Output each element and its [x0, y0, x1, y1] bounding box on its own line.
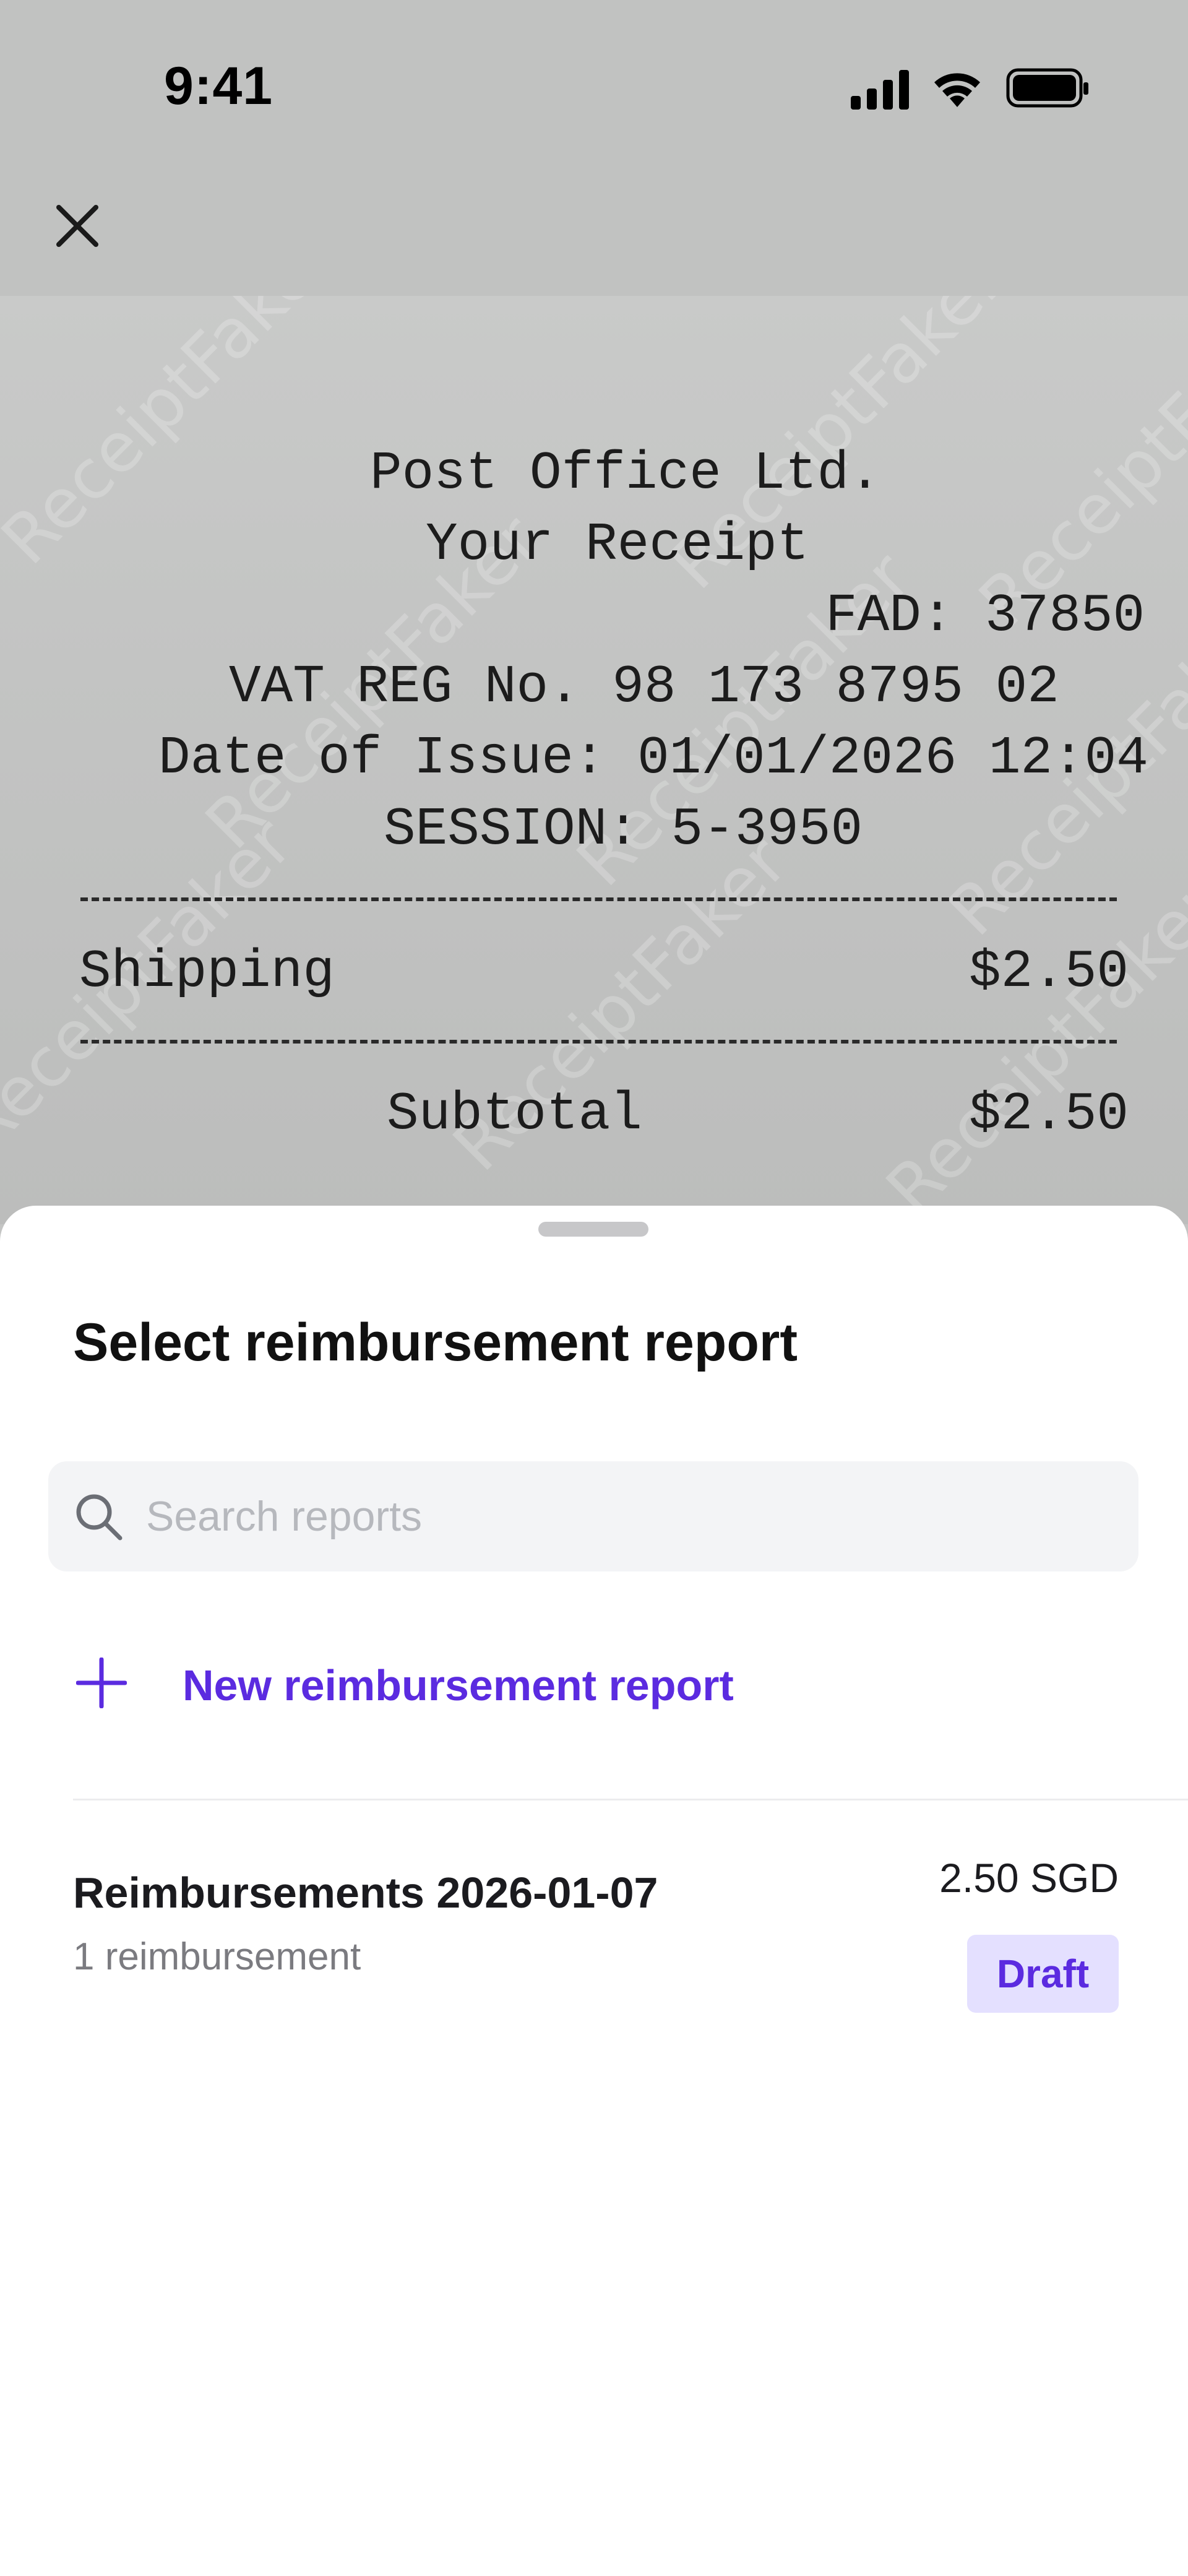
search-icon — [76, 1494, 123, 1541]
report-count: 1 reimbursement — [73, 1935, 361, 1978]
watermark: ReceiptFaker — [0, 296, 351, 580]
receipt-item-price: $2.50 — [969, 941, 1129, 1002]
sheet-grabber[interactable] — [538, 1222, 648, 1237]
receipt-image: ReceiptFaker ReceiptFaker ReceiptFaker R… — [0, 296, 1188, 1224]
close-icon[interactable] — [53, 201, 102, 251]
receipt-subtotal-label: Subtotal — [387, 1084, 642, 1144]
battery-icon — [1006, 68, 1088, 108]
receipt-heading: Your Receipt — [426, 514, 809, 575]
new-report-button[interactable]: New reimbursement report — [73, 1639, 816, 1726]
status-bar: 9:41 — [0, 0, 1188, 173]
receipt-subtotal-value: $2.50 — [969, 1084, 1129, 1144]
receipt-divider — [80, 1040, 1117, 1044]
divider — [73, 1799, 1188, 1800]
plus-icon — [76, 1658, 127, 1708]
signal-icon — [851, 70, 909, 110]
receipt-divider — [80, 897, 1117, 901]
search-input[interactable] — [146, 1461, 1111, 1571]
receipt-company: Post Office Ltd. — [370, 443, 881, 504]
receipt-fad: FAD: 37850 — [825, 586, 1145, 646]
sheet-title: Select reimbursement report — [73, 1313, 798, 1372]
receipt-vat: VAT REG No. 98 173 8795 02 — [229, 657, 1059, 717]
status-badge: Draft — [967, 1935, 1119, 2013]
report-name: Reimbursements 2026-01-07 — [73, 1869, 658, 1917]
search-box[interactable] — [48, 1461, 1138, 1571]
new-report-label: New reimbursement report — [183, 1661, 734, 1709]
header-bar — [0, 173, 1188, 297]
receipt-session: SESSION: 5-3950 — [384, 799, 863, 860]
watermark: ReceiptFaker — [871, 865, 1188, 1224]
status-icons — [851, 68, 1088, 110]
receipt-date: Date of Issue: 01/01/2026 12:04 — [158, 728, 1148, 789]
report-list-item[interactable]: Reimbursements 2026-01-07 1 reimbursemen… — [73, 1831, 1119, 2013]
receipt-item-name: Shipping — [79, 941, 335, 1002]
wifi-icon — [934, 73, 980, 107]
status-time: 9:41 — [164, 56, 273, 116]
report-amount: 2.50 SGD — [939, 1855, 1119, 1901]
report-picker-sheet: Select reimbursement report New reimburs… — [0, 1206, 1188, 2576]
